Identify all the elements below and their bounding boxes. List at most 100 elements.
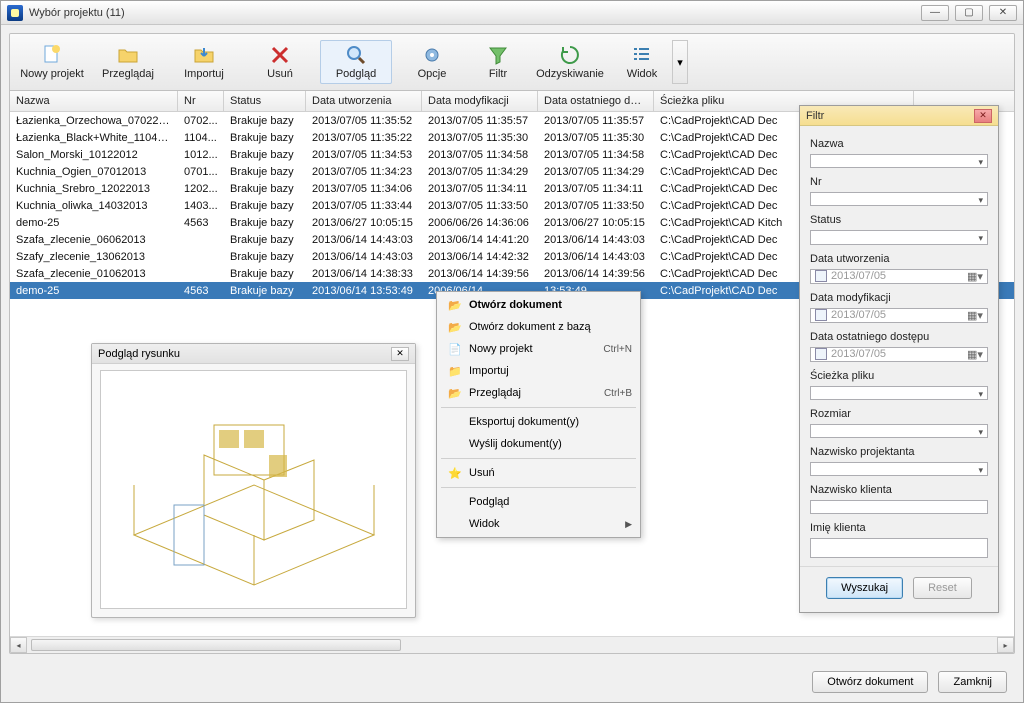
delete-label: Usuń (267, 68, 293, 80)
scroll-track[interactable] (27, 637, 997, 653)
scroll-right-arrow[interactable]: ▸ (997, 637, 1014, 653)
page-icon (41, 44, 63, 66)
ctx-preview[interactable]: Podgląd (439, 491, 638, 513)
col-name[interactable]: Nazwa (10, 91, 178, 111)
view-dropdown-arrow[interactable]: ▾ (672, 40, 688, 84)
ctx-view[interactable]: Widok▶ (439, 513, 638, 535)
cell-d2: 2013/07/05 11:34:11 (422, 182, 538, 196)
folder-open-icon (117, 44, 139, 66)
cell-d2: 2013/07/05 11:33:50 (422, 199, 538, 213)
new-project-button[interactable]: Nowy projekt (16, 40, 88, 84)
calendar-icon[interactable]: ▦▾ (967, 309, 983, 322)
open-document-button[interactable]: Otwórz dokument (812, 671, 928, 693)
cell-d1: 2013/07/05 11:35:52 (306, 114, 422, 128)
filter-close-button[interactable]: ✕ (974, 109, 992, 123)
preview-title: Podgląd rysunku (98, 348, 391, 360)
close-button[interactable]: ✕ (989, 5, 1017, 21)
recycle-icon (559, 44, 581, 66)
cell-name: Szafy_zlecenie_13062013 (10, 250, 178, 264)
preview-button[interactable]: Podgląd (320, 40, 392, 84)
ctx-open-document[interactable]: 📂Otwórz dokument (439, 294, 638, 316)
filter-designer-combo[interactable] (810, 462, 988, 476)
folder-open-icon: 📂 (445, 387, 465, 400)
import-button[interactable]: Importuj (168, 40, 240, 84)
cell-d3: 2013/07/05 11:34:11 (538, 182, 654, 196)
import-label: Importuj (184, 68, 224, 80)
ctx-delete[interactable]: ⭐Usuń (439, 462, 638, 484)
delete-button[interactable]: Usuń (244, 40, 316, 84)
cell-nr (178, 273, 224, 275)
cell-nr: 4563 (178, 284, 224, 298)
cell-nr: 4563 (178, 216, 224, 230)
calendar-icon[interactable]: ▦▾ (967, 270, 983, 283)
filter-status-combo[interactable] (810, 230, 988, 244)
view-button[interactable]: Widok (616, 40, 668, 84)
filter-client-first-input[interactable] (810, 538, 988, 558)
col-accessed[interactable]: Data ostatniego dost... (538, 91, 654, 111)
preview-canvas (100, 370, 407, 609)
list-view-icon (631, 44, 653, 66)
filter-nr-label: Nr (810, 176, 988, 188)
checkbox[interactable] (815, 348, 827, 360)
filter-accessed-date[interactable]: 2013/07/05▦▾ (810, 347, 988, 362)
cell-d1: 2013/06/14 13:53:49 (306, 284, 422, 298)
filter-search-button[interactable]: Wyszukaj (826, 577, 903, 599)
checkbox[interactable] (815, 270, 827, 282)
cell-d1: 2013/07/05 11:33:44 (306, 199, 422, 213)
filter-name-label: Nazwa (810, 138, 988, 150)
horizontal-scrollbar[interactable]: ◂ ▸ (10, 636, 1014, 653)
ctx-import[interactable]: 📁Importuj (439, 360, 638, 382)
ctx-browse[interactable]: 📂PrzeglądajCtrl+B (439, 382, 638, 404)
cell-d2: 2006/06/26 14:36:06 (422, 216, 538, 230)
scroll-left-arrow[interactable]: ◂ (10, 637, 27, 653)
col-modified[interactable]: Data modyfikacji (422, 91, 538, 111)
ctx-export[interactable]: Eksportuj dokument(y) (439, 411, 638, 433)
cell-d1: 2013/06/14 14:43:03 (306, 233, 422, 247)
close-dialog-button[interactable]: Zamknij (938, 671, 1007, 693)
scroll-thumb[interactable] (31, 639, 401, 651)
cell-name: Łazienka_Black+White_11042013 (10, 131, 178, 145)
filter-reset-button[interactable]: Reset (913, 577, 972, 599)
cell-d3: 2013/06/27 10:05:15 (538, 216, 654, 230)
new-project-label: Nowy projekt (20, 68, 84, 80)
preview-close-button[interactable]: ✕ (391, 347, 409, 361)
ctx-open-with-base[interactable]: 📂Otwórz dokument z bazą (439, 316, 638, 338)
cell-name: Salon_Morski_10122012 (10, 148, 178, 162)
cell-d1: 2013/07/05 11:34:23 (306, 165, 422, 179)
browse-button[interactable]: Przeglądaj (92, 40, 164, 84)
filter-modified-date[interactable]: 2013/07/05▦▾ (810, 308, 988, 323)
preview-titlebar[interactable]: Podgląd rysunku ✕ (92, 344, 415, 364)
folder-import-icon (193, 44, 215, 66)
cell-nr: 1403... (178, 199, 224, 213)
filter-nr-combo[interactable] (810, 192, 988, 206)
cell-status: Brakuje bazy (224, 114, 306, 128)
cell-d2: 2013/07/05 11:35:30 (422, 131, 538, 145)
ctx-new-project[interactable]: 📄Nowy projektCtrl+N (439, 338, 638, 360)
submenu-arrow-icon: ▶ (625, 519, 632, 530)
recovery-button[interactable]: Odzyskiwanie (528, 40, 612, 84)
filter-name-combo[interactable] (810, 154, 988, 168)
folder-open-icon: 📂 (445, 299, 465, 312)
options-button[interactable]: Opcje (396, 40, 468, 84)
col-status[interactable]: Status (224, 91, 306, 111)
maximize-button[interactable]: ▢ (955, 5, 983, 21)
calendar-icon[interactable]: ▦▾ (967, 348, 983, 361)
minimize-button[interactable]: — (921, 5, 949, 21)
ctx-send[interactable]: Wyślij dokument(y) (439, 433, 638, 455)
col-nr[interactable]: Nr (178, 91, 224, 111)
checkbox[interactable] (815, 309, 827, 321)
filter-created-date[interactable]: 2013/07/05▦▾ (810, 269, 988, 284)
filter-titlebar[interactable]: Filtr ✕ (800, 106, 998, 126)
app-icon (7, 5, 23, 21)
col-created[interactable]: Data utworzenia (306, 91, 422, 111)
drawing-preview-window[interactable]: Podgląd rysunku ✕ (91, 343, 416, 618)
cell-status: Brakuje bazy (224, 216, 306, 230)
filter-client-input[interactable] (810, 500, 988, 514)
delete-x-icon (269, 44, 291, 66)
filter-path-combo[interactable] (810, 386, 988, 400)
filter-button[interactable]: Filtr (472, 40, 524, 84)
cell-d1: 2013/06/14 14:38:33 (306, 267, 422, 281)
filter-size-combo[interactable] (810, 424, 988, 438)
window-title: Wybór projektu (11) (29, 7, 921, 19)
page-icon: 📄 (445, 343, 465, 356)
